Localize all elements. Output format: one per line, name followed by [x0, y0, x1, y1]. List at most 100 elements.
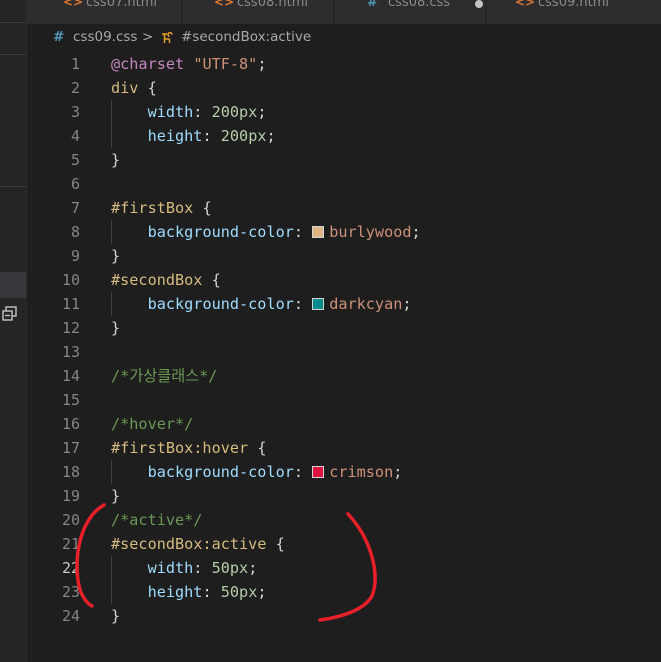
punctuation: :	[202, 127, 212, 145]
number-value: 200px	[220, 127, 267, 145]
line-number: 18	[61, 463, 80, 481]
code-line: background-color: darkcyan;	[111, 292, 412, 316]
activity-item-selected[interactable]	[0, 272, 26, 298]
editor-tab-bar: <> css07.html <> css08.html # css08.css …	[27, 0, 661, 24]
line-number: 6	[70, 175, 80, 193]
punctuation: ;	[257, 103, 267, 121]
code-line: background-color: crimson;	[111, 460, 403, 484]
activity-divider	[0, 54, 26, 55]
color-swatch-icon[interactable]	[312, 226, 325, 238]
tab-label: css08.html	[237, 0, 308, 10]
code-line: /*가상클래스*/	[111, 364, 217, 388]
line-number: 14	[61, 367, 80, 385]
number-value: 50px	[220, 583, 258, 601]
selector: div	[111, 79, 139, 97]
punctuation: :	[293, 295, 304, 313]
selector: #secondBox:active	[111, 535, 267, 553]
punctuation: ;	[411, 223, 421, 241]
punctuation: }	[111, 319, 121, 337]
punctuation: {	[147, 79, 157, 97]
line-number: 13	[61, 343, 80, 361]
remote-explorer-icon[interactable]	[1, 305, 19, 323]
line-number: 1	[70, 55, 80, 73]
code-line: background-color: burlywood;	[111, 220, 421, 244]
line-number: 17	[61, 439, 80, 457]
property: height	[147, 583, 203, 601]
code-line: /*hover*/	[111, 412, 193, 436]
color-value: crimson	[329, 463, 394, 481]
tab-css08-html[interactable]: <> css08.html	[183, 0, 334, 24]
color-value: burlywood	[329, 223, 412, 241]
line-number: 2	[70, 79, 80, 97]
code-line: }	[111, 148, 120, 172]
line-number: 11	[61, 295, 80, 313]
code-line-current: width: 50px;	[111, 556, 258, 580]
tab-label: css08.css	[388, 0, 451, 10]
selector-symbol-icon	[162, 31, 173, 43]
code-line: height: 50px;	[111, 580, 267, 604]
line-number: 19	[61, 487, 80, 505]
line-number-current: 22	[61, 559, 80, 577]
breadcrumb-symbol[interactable]: #secondBox:active	[181, 29, 311, 45]
selector: #firstBox:hover	[111, 439, 249, 457]
punctuation: ;	[257, 55, 267, 73]
breadcrumb: # css09.css > #secondBox:active	[27, 26, 661, 50]
punctuation: ;	[402, 295, 412, 313]
punctuation: }	[111, 151, 121, 169]
line-number: 4	[70, 127, 80, 145]
tab-css07-html[interactable]: <> css07.html	[27, 0, 182, 24]
code-line: #secondBox {	[111, 268, 221, 292]
activity-divider	[0, 22, 26, 23]
property: background-color	[147, 463, 294, 481]
line-number: 20	[61, 511, 80, 529]
line-number: 24	[61, 607, 80, 625]
annotation-right-bracket	[318, 512, 377, 622]
punctuation: :	[193, 559, 203, 577]
punctuation: }	[111, 247, 121, 265]
line-number: 8	[70, 223, 80, 241]
tab-label: css07.html	[86, 0, 157, 10]
line-number: 3	[70, 103, 80, 121]
punctuation: {	[257, 439, 267, 457]
html-file-icon: <>	[214, 0, 235, 9]
html-file-icon: <>	[515, 0, 536, 9]
line-number: 21	[61, 535, 80, 553]
comment: /*active*/	[111, 511, 203, 529]
code-line: }	[111, 604, 120, 628]
tab-css09-html[interactable]: <> css09.html	[487, 0, 661, 24]
line-number: 15	[61, 391, 80, 409]
punctuation: {	[211, 271, 221, 289]
color-swatch-icon[interactable]	[312, 298, 325, 310]
property: width	[147, 103, 194, 121]
html-file-icon: <>	[63, 0, 84, 9]
property: width	[147, 559, 194, 577]
red-annotation-marks	[75, 503, 377, 622]
punctuation: :	[202, 583, 212, 601]
code-line: }	[111, 316, 120, 340]
punctuation: ;	[393, 463, 403, 481]
code-line: #firstBox {	[111, 196, 212, 220]
punctuation: :	[293, 223, 304, 241]
css-file-icon: #	[53, 29, 65, 45]
property: background-color	[147, 295, 294, 313]
code-line: /*active*/	[111, 508, 202, 532]
color-swatch-icon[interactable]	[312, 466, 325, 478]
comment: /*hover*/	[111, 415, 194, 433]
code-line: }	[111, 484, 120, 508]
line-number: 5	[70, 151, 80, 169]
annotation-left-bracket	[75, 503, 106, 608]
punctuation: :	[193, 103, 203, 121]
line-number: 7	[70, 199, 80, 217]
punctuation: }	[111, 487, 121, 505]
punctuation: {	[275, 535, 285, 553]
line-number: 10	[61, 271, 80, 289]
line-number: 12	[61, 319, 80, 337]
tab-label: css09.html	[538, 0, 609, 10]
tab-css08-css[interactable]: # css08.css	[335, 0, 486, 24]
breadcrumb-file[interactable]: css09.css	[73, 29, 137, 45]
selector: #firstBox	[111, 199, 194, 217]
punctuation: :	[293, 463, 304, 481]
unsaved-dot-icon[interactable]	[475, 0, 483, 8]
at-rule: @charset	[111, 55, 185, 73]
punctuation: ;	[266, 127, 276, 145]
